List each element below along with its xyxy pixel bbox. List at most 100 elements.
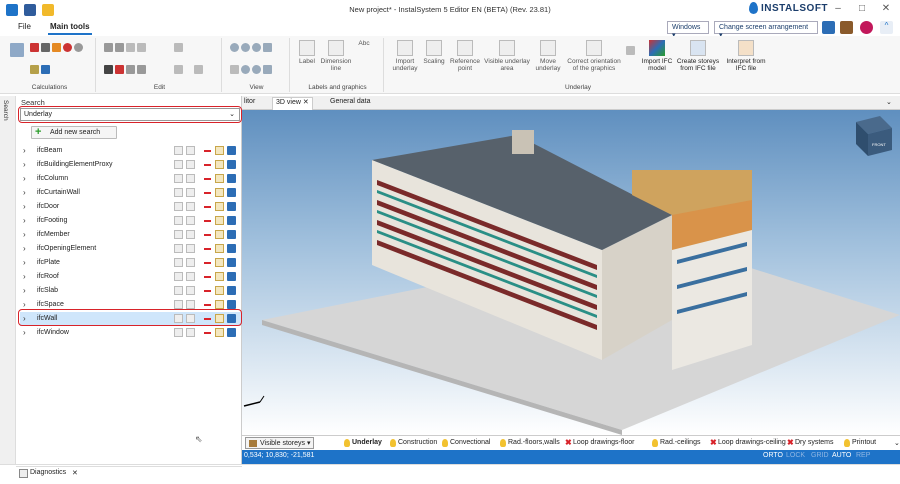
- remove-icon[interactable]: [203, 202, 212, 211]
- edit-icon[interactable]: [215, 286, 224, 295]
- pan-icon[interactable]: [230, 65, 239, 74]
- calculate-icon[interactable]: [10, 43, 24, 57]
- snap-icon[interactable]: [174, 65, 183, 74]
- layer-toggle[interactable]: ✖ Loop drawings-ceiling: [710, 439, 786, 447]
- screen-arrangement-combo[interactable]: Change screen arrangement ▾: [714, 21, 818, 39]
- chevron-right-icon[interactable]: ›: [23, 300, 26, 309]
- show-icon[interactable]: [174, 258, 183, 267]
- layer-toggle[interactable]: Construction: [390, 439, 437, 447]
- delete-icon[interactable]: [115, 65, 124, 74]
- show-icon[interactable]: [174, 174, 183, 183]
- maximize-button[interactable]: □: [852, 3, 872, 14]
- remove-icon[interactable]: [203, 286, 212, 295]
- chevron-right-icon[interactable]: ›: [23, 160, 26, 169]
- info-icon[interactable]: [227, 328, 236, 337]
- zoom-in-icon[interactable]: [230, 43, 239, 52]
- refresh-icon[interactable]: [263, 65, 272, 74]
- rotate-icon[interactable]: [126, 65, 135, 74]
- zoom-all-icon[interactable]: [252, 43, 261, 52]
- show-icon[interactable]: [174, 202, 183, 211]
- label-button[interactable]: Label: [296, 40, 318, 65]
- show-icon[interactable]: [174, 286, 183, 295]
- chevron-right-icon[interactable]: ›: [23, 188, 26, 197]
- ruler-icon[interactable]: [30, 65, 39, 74]
- cut-icon[interactable]: [104, 65, 113, 74]
- show-icon[interactable]: [174, 300, 183, 309]
- move-icon[interactable]: [126, 43, 135, 52]
- select-icon[interactable]: [186, 300, 195, 309]
- list-item[interactable]: › ifcDoor: [20, 200, 241, 214]
- show-icon[interactable]: [174, 328, 183, 337]
- remove-icon[interactable]: [203, 146, 212, 155]
- info-icon[interactable]: [227, 216, 236, 225]
- import-ifc-button[interactable]: Import IFC model: [640, 40, 674, 72]
- edit-icon[interactable]: [215, 188, 224, 197]
- text-button[interactable]: Abc: [354, 40, 374, 47]
- help-icon[interactable]: [860, 21, 873, 34]
- edit-icon[interactable]: [215, 216, 224, 225]
- remove-icon[interactable]: [203, 174, 212, 183]
- info-icon[interactable]: [227, 286, 236, 295]
- select-icon[interactable]: [186, 286, 195, 295]
- correct-orientation-button[interactable]: Correct orientation of the graphics: [566, 40, 622, 72]
- edit-icon[interactable]: [215, 202, 224, 211]
- chevron-right-icon[interactable]: ›: [23, 258, 26, 267]
- add-new-search-button[interactable]: + Add new search: [31, 126, 117, 139]
- chevron-right-icon[interactable]: ›: [23, 202, 26, 211]
- edit-icon[interactable]: [215, 244, 224, 253]
- rectangle-icon[interactable]: [137, 43, 146, 52]
- remove-icon[interactable]: [203, 188, 212, 197]
- select-icon[interactable]: [186, 244, 195, 253]
- info-icon[interactable]: [227, 188, 236, 197]
- align-icon[interactable]: [174, 43, 183, 52]
- tab-general-data[interactable]: General data: [330, 98, 370, 105]
- list-item[interactable]: › ifcWindow: [20, 326, 241, 340]
- status-mode-toggle[interactable]: GRID: [811, 452, 829, 459]
- chevron-right-icon[interactable]: ›: [23, 230, 26, 239]
- edit-icon[interactable]: [215, 230, 224, 239]
- remove-icon[interactable]: [203, 216, 212, 225]
- create-storeys-button[interactable]: Create storeys from IFC file: [676, 40, 720, 72]
- layer-toggle[interactable]: Printout: [844, 439, 876, 447]
- remove-icon[interactable]: [203, 328, 212, 337]
- select-icon[interactable]: [186, 216, 195, 225]
- minimize-button[interactable]: –: [828, 3, 848, 14]
- select-icon[interactable]: [186, 188, 195, 197]
- chevron-right-icon[interactable]: ›: [23, 244, 26, 253]
- list-item[interactable]: › ifcCurtainWall: [20, 186, 241, 200]
- show-icon[interactable]: [174, 272, 183, 281]
- select-icon[interactable]: [186, 328, 195, 337]
- list-item[interactable]: › ifcSlab: [20, 284, 241, 298]
- database-icon[interactable]: [840, 21, 853, 34]
- edit-icon[interactable]: [215, 272, 224, 281]
- remove-icon[interactable]: [203, 258, 212, 267]
- show-icon[interactable]: [174, 188, 183, 197]
- remove-icon[interactable]: [203, 300, 212, 309]
- report-icon[interactable]: [30, 43, 39, 52]
- layer-toggle[interactable]: ✖ Dry systems: [787, 439, 834, 447]
- interpret-ifc-button[interactable]: Interpret from IFC file: [724, 40, 768, 72]
- mirror-icon[interactable]: [137, 65, 146, 74]
- list-item[interactable]: › ifcBeam: [20, 144, 241, 158]
- edit-icon[interactable]: [215, 328, 224, 337]
- remove-icon[interactable]: [203, 160, 212, 169]
- pipe-icon[interactable]: [52, 43, 61, 52]
- array-icon[interactable]: [194, 65, 203, 74]
- select-icon[interactable]: [186, 202, 195, 211]
- list-item[interactable]: › ifcMember: [20, 228, 241, 242]
- layer-strip-chevron-icon[interactable]: ⌄: [886, 439, 900, 447]
- scaling-button[interactable]: Scaling: [422, 40, 446, 65]
- drop-icon[interactable]: [74, 43, 83, 52]
- status-mode-toggle[interactable]: ORTO: [763, 452, 783, 459]
- underlay-settings-icon[interactable]: [626, 46, 635, 55]
- status-mode-toggle[interactable]: LOCK: [786, 452, 805, 459]
- reference-point-button[interactable]: Reference point: [448, 40, 482, 72]
- list-item[interactable]: › ifcBuildingElementProxy: [20, 158, 241, 172]
- layer-toggle[interactable]: Rad.-ceilings: [652, 439, 700, 447]
- list-item[interactable]: › ifcColumn: [20, 172, 241, 186]
- paste-icon[interactable]: [115, 43, 124, 52]
- status-mode-toggle[interactable]: REP: [856, 452, 870, 459]
- chevron-right-icon[interactable]: ›: [23, 174, 26, 183]
- list-item[interactable]: › ifcOpeningElement: [20, 242, 241, 256]
- chevron-right-icon[interactable]: ›: [23, 286, 26, 295]
